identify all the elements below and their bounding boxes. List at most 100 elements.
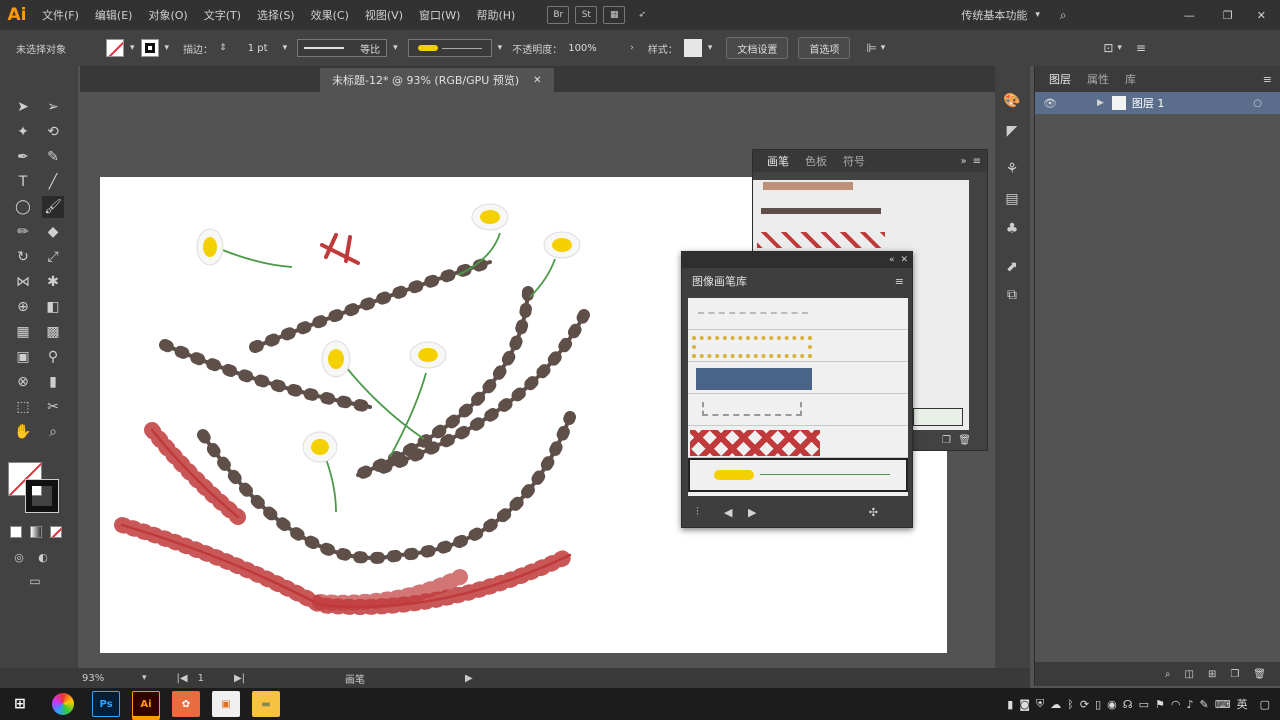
mesh-tool-icon[interactable]: ▩ <box>42 321 64 343</box>
tray-app-icon[interactable]: ◉ <box>1107 698 1117 711</box>
column-graph-icon[interactable]: ▮ <box>42 371 64 393</box>
bridge-button[interactable]: Br <box>547 6 570 24</box>
brush-row[interactable] <box>688 298 908 330</box>
tray-cloud-icon[interactable]: ☁ <box>1050 698 1061 711</box>
chevron-down-icon[interactable]: ▾ <box>498 43 503 53</box>
tray-shield-icon[interactable]: ⛨ <box>1036 697 1044 711</box>
gradient-mode-icon[interactable] <box>30 526 42 538</box>
line-tool-icon[interactable]: ╱ <box>42 171 64 193</box>
eyedropper-icon[interactable]: ⚲ <box>42 346 64 368</box>
visibility-eye-icon[interactable]: 👁 <box>1043 97 1057 110</box>
gallery-app-icon[interactable]: ▣ <box>212 691 240 717</box>
chevron-down-icon[interactable]: ▾ <box>165 43 170 53</box>
chevron-down-icon[interactable]: ▾ <box>708 43 713 53</box>
panel-menu-icon[interactable]: ≡ <box>973 156 981 167</box>
windows-start-icon[interactable]: ⊞ <box>6 691 34 717</box>
close-tab-icon[interactable]: ✕ <box>533 75 541 86</box>
chevron-down-icon[interactable]: ▾ <box>130 43 135 53</box>
previous-library-icon[interactable]: ◀ <box>724 506 732 519</box>
menu-edit[interactable]: 编辑(E) <box>87 7 141 23</box>
tab-brushes[interactable]: 画笔 <box>759 153 797 169</box>
fill-swatch[interactable] <box>106 39 124 57</box>
new-brush-icon[interactable]: ❐ <box>942 435 951 446</box>
close-icon[interactable]: ✕ <box>900 255 908 265</box>
brush-definition-select[interactable] <box>407 39 492 57</box>
drawing-modes-icon[interactable]: ◎ <box>8 546 30 568</box>
pen-tool-icon[interactable]: ✒ <box>12 146 34 168</box>
selection-tool-icon[interactable]: ➤ <box>12 96 34 118</box>
screen-mode-icon[interactable]: ◐ <box>32 546 54 568</box>
tray-keyboard-icon[interactable]: ⌨ <box>1215 698 1231 711</box>
menu-type[interactable]: 文字(T) <box>196 7 249 23</box>
tray-network-icon[interactable]: ⚑ <box>1155 698 1165 711</box>
tray-sync-icon[interactable]: ⟳ <box>1080 698 1089 711</box>
tray-pen-icon[interactable]: ✎ <box>1199 698 1208 711</box>
transform-icon[interactable]: ⊡ <box>1103 41 1113 55</box>
chevron-down-icon[interactable]: ▾ <box>283 43 288 53</box>
stock-button[interactable]: St <box>575 6 598 24</box>
next-library-icon[interactable]: ▶ <box>748 506 756 519</box>
live-paint-icon[interactable]: ◧ <box>42 296 64 318</box>
close-icon[interactable]: ✕ <box>1257 9 1266 22</box>
tray-headset-icon[interactable]: ☊ <box>1123 698 1133 711</box>
chevron-down-icon[interactable]: ▾ <box>881 43 886 53</box>
document-setup-button[interactable]: 文档设置 <box>726 37 789 59</box>
stepper-icon[interactable]: ⇕ <box>219 43 227 53</box>
menu-object[interactable]: 对象(O) <box>140 7 195 23</box>
edit-toolbar-icon[interactable]: ▭ <box>24 570 46 592</box>
tray-volume-icon[interactable]: ♪ <box>1186 698 1193 711</box>
tray-device-icon[interactable]: ▯ <box>1095 698 1101 711</box>
tab-properties[interactable]: 属性 <box>1079 71 1117 87</box>
expand-arrow-icon[interactable]: ▶ <box>1097 98 1104 108</box>
color-panel-icon[interactable]: 🎨 <box>1001 90 1023 112</box>
tray-wifi-icon[interactable]: ◠ <box>1171 698 1181 711</box>
color-mode-icon[interactable] <box>10 526 22 538</box>
photos-app-icon[interactable]: ✿ <box>172 691 200 717</box>
pencil-tool-icon[interactable]: ✏ <box>12 221 34 243</box>
target-icon[interactable]: ○ <box>1253 98 1262 109</box>
swatches-panel-icon[interactable]: ▤ <box>1001 188 1023 210</box>
perspective-grid-icon[interactable]: ▦ <box>12 321 34 343</box>
file-explorer-icon[interactable]: ▬ <box>252 691 280 717</box>
chevron-down-icon[interactable]: ▾ <box>393 43 398 53</box>
type-tool-icon[interactable]: T <box>12 171 34 193</box>
collapse-icon[interactable]: » <box>960 156 966 167</box>
width-tool-icon[interactable]: ⋈ <box>12 271 34 293</box>
gpu-rocket-icon[interactable]: ➶ <box>631 6 653 24</box>
new-layer-icon[interactable]: ❐ <box>1230 669 1239 680</box>
zoom-level[interactable]: 93% <box>82 673 142 684</box>
notification-icon[interactable]: ▢ <box>1260 698 1270 711</box>
graphic-style-swatch[interactable] <box>683 39 702 57</box>
gradient-tool-icon[interactable]: ▣ <box>12 346 34 368</box>
brush-row[interactable] <box>913 408 963 426</box>
align-icon[interactable]: ⊫ <box>866 41 876 55</box>
chevron-down-icon[interactable]: ▾ <box>142 673 147 683</box>
stroke-color-icon[interactable] <box>25 479 59 513</box>
symbols-panel-icon[interactable]: ♣ <box>1001 218 1023 240</box>
stroke-weight-field[interactable]: 1 pt <box>233 39 283 57</box>
export-icon[interactable]: ⬈ <box>1001 256 1023 278</box>
tray-bluetooth-icon[interactable]: ᛒ <box>1067 698 1074 711</box>
tab-symbols[interactable]: 符号 <box>835 153 873 169</box>
artboard-tool-icon[interactable]: ⬚ <box>12 396 34 418</box>
browser-icon[interactable] <box>52 693 74 715</box>
menu-effect[interactable]: 效果(C) <box>303 7 357 23</box>
artboard-nav-next-icon[interactable]: ▶| <box>234 673 245 684</box>
arrange-documents-icon[interactable]: ▦ <box>603 6 626 24</box>
menu-help[interactable]: 帮助(H) <box>468 7 523 23</box>
layer-row[interactable]: 👁 ▶ 图层 1 ○ <box>1035 92 1280 114</box>
illustrator-app[interactable]: Ai <box>132 691 160 717</box>
chevron-right-icon[interactable]: › <box>630 43 634 53</box>
brush-row[interactable] <box>688 330 908 362</box>
brush-row[interactable] <box>688 394 908 426</box>
brush-row[interactable] <box>688 426 908 458</box>
menu-view[interactable]: 视图(V) <box>357 7 411 23</box>
artboard-number[interactable]: 1 <box>198 673 204 684</box>
slice-tool-icon[interactable]: ✂ <box>42 396 64 418</box>
blend-tool-icon[interactable]: ⊗ <box>12 371 34 393</box>
panel-menu-icon[interactable]: ≡ <box>1136 41 1146 55</box>
minimize-icon[interactable]: — <box>1184 9 1195 22</box>
artboards-panel-icon[interactable]: ⧉ <box>1001 284 1023 306</box>
new-sublayer-icon[interactable]: ⊞ <box>1208 669 1216 680</box>
brush-row[interactable] <box>757 232 885 248</box>
